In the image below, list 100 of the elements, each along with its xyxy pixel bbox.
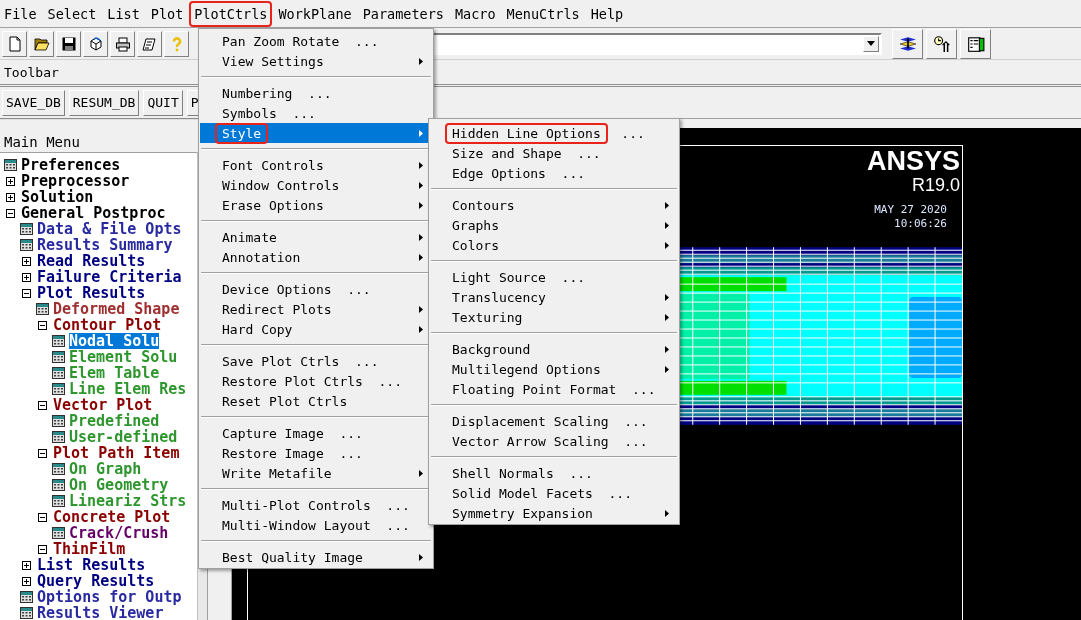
menu-item[interactable]: Vector Arrow Scaling ...: [430, 431, 678, 451]
expand-icon[interactable]: [22, 256, 31, 266]
menu-item[interactable]: Size and Shape ...: [430, 143, 678, 163]
collapse-icon[interactable]: [22, 288, 31, 298]
menu-item[interactable]: Pan Zoom Rotate ...: [200, 31, 432, 51]
toolbar-button[interactable]: [56, 30, 81, 57]
menu-item[interactable]: MenuCtrls: [503, 2, 583, 25]
menu-item[interactable]: Redirect Plots: [200, 299, 432, 319]
dropdown-button[interactable]: [863, 35, 879, 52]
menu-item[interactable]: Plot: [147, 2, 187, 25]
expand-icon[interactable]: [22, 272, 31, 282]
collapse-icon[interactable]: [38, 544, 47, 554]
tree-item[interactable]: Deformed Shape: [53, 301, 180, 317]
menu-item[interactable]: List: [104, 2, 143, 25]
tree-item[interactable]: General Postproc: [21, 205, 166, 221]
menu-item[interactable]: Window Controls: [200, 175, 432, 195]
menu-item[interactable]: Macro: [451, 2, 499, 25]
menu-item[interactable]: Parameters: [359, 2, 447, 25]
tree-item[interactable]: Read Results: [37, 253, 146, 269]
toolbar-button[interactable]: [137, 30, 162, 57]
menu-item[interactable]: File: [1, 2, 40, 25]
collapse-icon[interactable]: [38, 400, 47, 410]
menu-item[interactable]: Solid Model Facets ...: [430, 483, 678, 503]
menu-item[interactable]: Best Quality Image: [200, 547, 432, 567]
tree-item[interactable]: Nodal Solu: [69, 333, 160, 349]
command-button[interactable]: QUIT: [143, 89, 183, 116]
collapse-icon[interactable]: [38, 512, 47, 522]
menu-item[interactable]: Numbering ...: [200, 83, 432, 103]
menu-item[interactable]: Select: [44, 2, 100, 25]
menu-item[interactable]: Restore Image ...: [200, 443, 432, 463]
expand-icon[interactable]: [6, 176, 15, 186]
menu-item[interactable]: Multilegend Options: [430, 359, 678, 379]
tree-item[interactable]: Query Results: [37, 573, 155, 589]
tree-item[interactable]: Failure Criteria: [37, 269, 182, 285]
menu-item[interactable]: Capture Image ...: [200, 423, 432, 443]
menu-item[interactable]: Font Controls: [200, 155, 432, 175]
menu-item[interactable]: Animate: [200, 227, 432, 247]
tree-item[interactable]: Crack/Crush: [69, 525, 169, 541]
tree-item[interactable]: Line Elem Res: [69, 381, 187, 397]
menu-item[interactable]: Annotation: [200, 247, 432, 267]
tree-item[interactable]: On Geometry: [69, 477, 169, 493]
tree-item[interactable]: Solution: [21, 189, 94, 205]
menu-item[interactable]: Contours: [430, 195, 678, 215]
menu-item[interactable]: Edge Options ...: [430, 163, 678, 183]
menu-item[interactable]: Displacement Scaling ...: [430, 411, 678, 431]
menu-item[interactable]: Help: [587, 2, 627, 25]
menu-item[interactable]: View Settings: [200, 51, 432, 71]
menu-item[interactable]: Multi-Plot Controls ...: [200, 495, 432, 515]
menu-item[interactable]: Light Source ...: [430, 267, 678, 287]
menu-item[interactable]: Symmetry Expansion: [430, 503, 678, 523]
menu-item[interactable]: Colors: [430, 235, 678, 255]
expand-icon[interactable]: [6, 192, 15, 202]
tree-item[interactable]: Plot Path Item: [53, 445, 180, 461]
menu-item[interactable]: Floating Point Format ...: [430, 379, 678, 399]
collapse-icon[interactable]: [38, 448, 47, 458]
tree-item[interactable]: Contour Plot: [53, 317, 162, 333]
collapse-icon[interactable]: [38, 320, 47, 330]
tree-item[interactable]: User-defined: [69, 429, 178, 445]
tree-item[interactable]: Options for Outp: [37, 589, 182, 605]
expand-icon[interactable]: [22, 576, 31, 586]
tree-item[interactable]: Element Solu: [69, 349, 178, 365]
menu-item[interactable]: Multi-Window Layout ...: [200, 515, 432, 535]
menu-item[interactable]: Texturing: [430, 307, 678, 327]
tree-item[interactable]: Data & File Opts: [37, 221, 182, 237]
menu-item[interactable]: Erase Options: [200, 195, 432, 215]
command-button[interactable]: RESUM_DB: [68, 89, 140, 116]
expand-icon[interactable]: [22, 560, 31, 570]
toolbar-button[interactable]: [926, 28, 957, 59]
menu-item[interactable]: Restore Plot Ctrls ...: [200, 371, 432, 391]
menu-item[interactable]: Reset Plot Ctrls: [200, 391, 432, 411]
menu-item[interactable]: Write Metafile: [200, 463, 432, 483]
tree-item[interactable]: Results Summary: [37, 237, 173, 253]
menu-item[interactable]: Hidden Line Options ...: [430, 123, 678, 143]
tree-item[interactable]: ThinFilm: [53, 541, 126, 557]
tree-item[interactable]: Predefined: [69, 413, 160, 429]
tree-item[interactable]: Lineariz Strs: [69, 493, 187, 509]
menu-item[interactable]: PlotCtrls: [191, 2, 271, 25]
collapse-icon[interactable]: [6, 208, 15, 218]
toolbar-button[interactable]: [110, 30, 135, 57]
toolbar-button[interactable]: [892, 28, 923, 59]
menu-item[interactable]: WorkPlane: [275, 2, 355, 25]
tree-item[interactable]: Vector Plot: [53, 397, 153, 413]
toolbar-button[interactable]: [29, 30, 54, 57]
tree-item[interactable]: Preprocessor: [21, 173, 130, 189]
tree-item[interactable]: Results Viewer: [37, 605, 164, 620]
tree-item[interactable]: On Graph: [69, 461, 142, 477]
menu-item[interactable]: Hard Copy: [200, 319, 432, 339]
toolbar-button[interactable]: [83, 30, 108, 57]
menu-item[interactable]: Translucency: [430, 287, 678, 307]
toolbar-button[interactable]: [960, 28, 991, 59]
menu-item[interactable]: Shell Normals ...: [430, 463, 678, 483]
menu-item[interactable]: Background: [430, 339, 678, 359]
tree-item[interactable]: Preferences: [21, 157, 121, 173]
menu-item[interactable]: Symbols ...: [200, 103, 432, 123]
tree-item[interactable]: Concrete Plot: [53, 509, 171, 525]
tree-item[interactable]: Elem Table: [69, 365, 160, 381]
tree-item[interactable]: List Results: [37, 557, 146, 573]
tree-item[interactable]: Plot Results: [37, 285, 146, 301]
menu-item[interactable]: Save Plot Ctrls ...: [200, 351, 432, 371]
menu-item[interactable]: Graphs: [430, 215, 678, 235]
